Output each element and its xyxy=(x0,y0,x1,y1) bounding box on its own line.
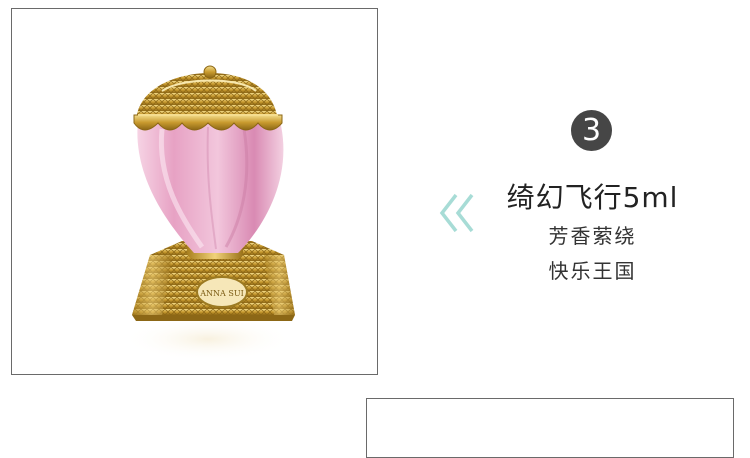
double-chevron-left-icon xyxy=(439,193,474,233)
perfume-bottle-image: ANNA SUI xyxy=(123,65,295,361)
step-number-badge: 3 xyxy=(571,110,612,151)
product-tagline-1: 芳香萦绕 xyxy=(548,224,637,248)
product-tagline-2: 快乐王国 xyxy=(548,259,637,283)
brand-plaque-text: ANNA SUI xyxy=(199,289,243,298)
product-image-frame: ANNA SUI xyxy=(11,8,378,375)
product-title: 绮幻飞行5ml xyxy=(506,181,679,214)
next-product-image-frame xyxy=(366,398,734,458)
